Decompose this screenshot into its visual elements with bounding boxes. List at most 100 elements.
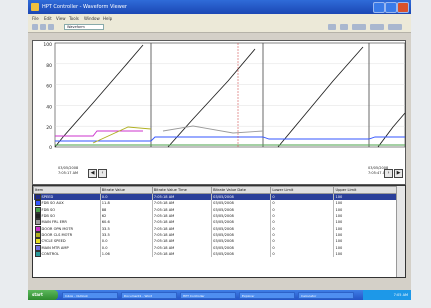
- tool-button-2[interactable]: [340, 24, 348, 30]
- desktop-screen: HPT Controller - Waveform Viewer File Ed…: [28, 0, 411, 300]
- cell-value-text: 88: [101, 207, 107, 212]
- arrow-right-icon: ▶: [396, 170, 401, 176]
- cell-value-text: 0.0: [101, 195, 108, 200]
- series-color-swatch: [34, 225, 41, 232]
- task-2[interactable]: Document1 - Word: [121, 291, 177, 299]
- cell-item: CONTROL: [33, 250, 101, 257]
- series-color-swatch: [34, 238, 41, 245]
- cell-date-text: 03/05/2008: [213, 207, 234, 212]
- series-color-swatch: [34, 219, 41, 226]
- window-title: HPT Controller - Waveform Viewer: [42, 4, 127, 10]
- cell-date-text: 03/05/2008: [213, 226, 234, 231]
- cell-lower-text: 0: [272, 251, 275, 256]
- col-upper[interactable]: Upper Limit: [333, 186, 405, 194]
- menu-help[interactable]: Help: [103, 16, 112, 21]
- cell-date-text: 03/05/2008: [213, 195, 234, 200]
- cell-date-text: 03/05/2008: [213, 214, 234, 219]
- waveform-plot[interactable]: 100 80 60 40 20 0: [32, 40, 406, 185]
- menu-view[interactable]: View: [56, 16, 66, 21]
- cell-time-text: 7:05:18 AM: [153, 214, 175, 219]
- y-tick-60: 60: [46, 84, 52, 90]
- col-date[interactable]: Bitrate Value Date: [211, 186, 272, 194]
- forward-button[interactable]: [40, 24, 46, 30]
- series-color-swatch: [34, 250, 41, 257]
- col-lower[interactable]: Lower Limit: [270, 186, 335, 194]
- cell-upper-text: 100: [335, 232, 343, 237]
- cell-time-text: 7:05:18 AM: [153, 201, 175, 206]
- cell-upper-text: 100: [335, 245, 343, 250]
- cell-item-text: CYCLE SPEED: [41, 239, 66, 244]
- table-row[interactable]: CONTROL 1.06 7:05:18 AM 03/05/2008 0 100: [33, 250, 405, 257]
- arrow-left-icon: ◀: [90, 170, 95, 176]
- cell-value-text: 33.5: [101, 226, 110, 231]
- tool-button-4[interactable]: [370, 24, 384, 30]
- app-icon: [31, 3, 39, 11]
- task-4[interactable]: Explorer: [239, 291, 295, 299]
- cell-time: 7:05:18 AM: [152, 193, 213, 201]
- cell-date-text: 03/05/2008: [213, 245, 234, 250]
- tool-button-3[interactable]: [352, 24, 366, 30]
- cell-value-text: 0.0: [101, 239, 108, 244]
- cell-time-text: 7:05:18 AM: [153, 239, 175, 244]
- cell-upper: 100: [333, 193, 405, 201]
- cell-date-text: 03/05/2008: [213, 239, 234, 244]
- cell-item-text: MAIN FRL ERR: [41, 220, 67, 225]
- cell-value-text: 1.06: [101, 251, 110, 256]
- cell-item-text: MAIN MTR AMP: [41, 245, 69, 250]
- menu-window[interactable]: Window: [84, 16, 100, 21]
- cell-item-text: SPEED: [41, 195, 54, 200]
- cell-lower-text: 0: [272, 220, 275, 225]
- task-3[interactable]: HPT Controller: [180, 291, 236, 299]
- cell-upper-text: 100: [335, 201, 343, 206]
- menu-tools[interactable]: Tools: [69, 16, 79, 21]
- step-left-button[interactable]: ‹: [98, 169, 107, 178]
- series-color-swatch: [34, 206, 41, 213]
- start-date: 03/05/2008: [58, 166, 79, 170]
- cell-date-text: 03/05/2008: [213, 251, 234, 256]
- cell-lower-text: 0: [272, 201, 275, 206]
- cell-date: 03/05/2008: [211, 193, 272, 201]
- cell-lower-text: 0: [272, 195, 275, 200]
- cell-lower: 0: [270, 250, 335, 257]
- menu-file[interactable]: File: [32, 16, 39, 21]
- cell-upper-text: 100: [335, 226, 343, 231]
- task-5[interactable]: Calculator: [298, 291, 354, 299]
- cell-value-text: 33.5: [101, 232, 110, 237]
- cell-item-text: CONTROL: [41, 251, 60, 256]
- back-button[interactable]: [32, 24, 38, 30]
- tool-button-1[interactable]: [328, 24, 336, 30]
- col-value[interactable]: Bitrate Value: [99, 186, 153, 194]
- start-button[interactable]: start: [28, 290, 58, 300]
- cell-value: 0.0: [100, 193, 153, 201]
- waveform-chart: 100 80 60 40 20 0: [43, 42, 406, 151]
- cell-time-text: 7:05:18 AM: [153, 226, 175, 231]
- col-time[interactable]: Bitrate Value Time: [151, 186, 213, 194]
- menu-edit[interactable]: Edit: [44, 16, 52, 21]
- taskbar: start Inbox - Outlook Document1 - Word H…: [28, 290, 411, 300]
- series-color-swatch: [34, 194, 41, 201]
- menu-bar: File Edit View Tools Window Help: [28, 14, 411, 22]
- chevron-right-icon: ›: [387, 170, 390, 176]
- minimize-button[interactable]: [373, 2, 385, 13]
- tool-button-5[interactable]: [388, 24, 402, 30]
- cell-item-text: FDB SO: [41, 207, 56, 212]
- refresh-button[interactable]: [48, 24, 54, 30]
- table-scrollbar[interactable]: [396, 186, 405, 277]
- close-button[interactable]: [397, 2, 409, 13]
- maximize-button[interactable]: [385, 2, 397, 13]
- cell-value-text: 62: [101, 214, 107, 219]
- step-right-button[interactable]: ›: [384, 169, 393, 178]
- cell-upper-text: 100: [335, 207, 343, 212]
- cell-item-text: FDB SO: [41, 214, 56, 219]
- task-1[interactable]: Inbox - Outlook: [62, 291, 118, 299]
- col-item[interactable]: Item: [33, 186, 101, 194]
- document-tab[interactable]: Waveform: [64, 24, 104, 30]
- cell-lower-text: 0: [272, 245, 275, 250]
- cell-value-text: 60.6: [101, 220, 110, 225]
- series-color-swatch: [34, 244, 41, 251]
- table-row[interactable]: SPEED 0.0 7:05:18 AM 03/05/2008 0 100: [33, 193, 405, 201]
- scroll-right-button[interactable]: ▶: [394, 169, 403, 178]
- y-axis-ticks: 100 80 60 40 20 0: [43, 42, 52, 151]
- cell-date: 03/05/2008: [211, 250, 272, 257]
- scroll-left-button[interactable]: ◀: [88, 169, 97, 178]
